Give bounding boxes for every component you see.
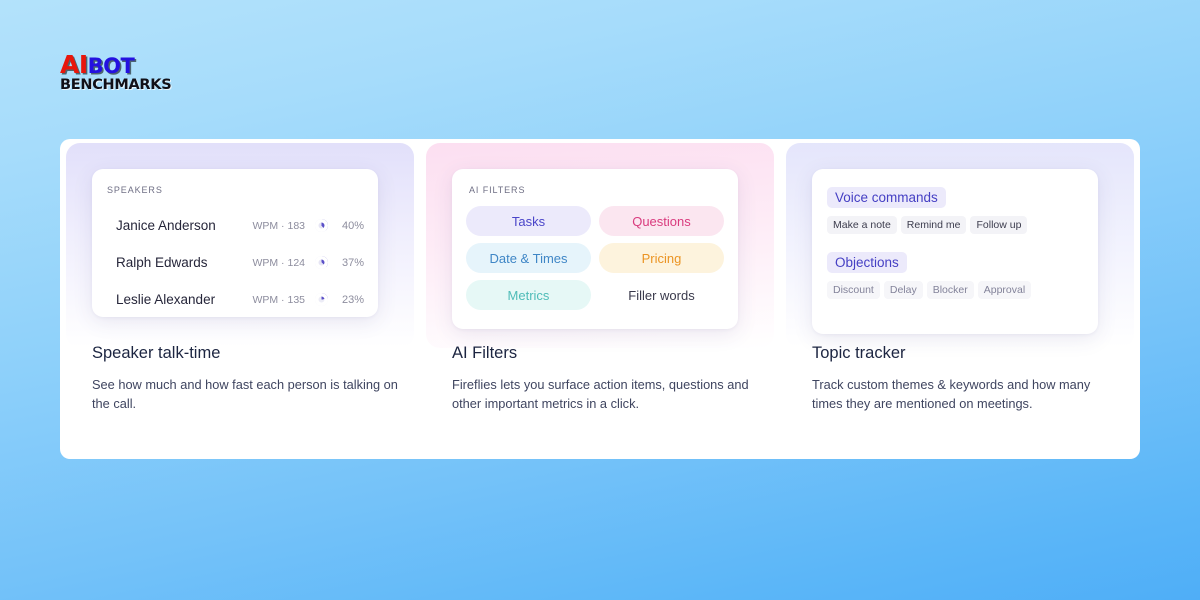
speakers-preview-card: SPEAKERS Janice Anderson WPM · 183 40% R… — [92, 169, 378, 317]
topic-tracker-caption: Topic tracker Track custom themes & keyw… — [812, 344, 1120, 413]
speaker-donut-icon — [315, 219, 328, 232]
filter-pill-label: Date & Times — [489, 250, 568, 266]
speakers-eyebrow: SPEAKERS — [107, 185, 163, 195]
feature-column-speaker-talk-time: SPEAKERS Janice Anderson WPM · 183 40% R… — [60, 139, 420, 459]
feature-column-topic-tracker: Voice commands Make a note Remind me Fol… — [780, 139, 1140, 459]
speaker-wpm: WPM · 124 — [252, 256, 305, 269]
ai-filters-grid: Tasks Questions Date & Times Pricing Met… — [466, 206, 724, 310]
caption-body: See how much and how fast each person is… — [92, 377, 398, 411]
topic-tracker-preview-card: Voice commands Make a note Remind me Fol… — [812, 169, 1098, 334]
speaker-donut-icon — [315, 256, 328, 269]
topic-title[interactable]: Objections — [827, 252, 907, 273]
ai-filters-preview-card: AI FILTERS Tasks Questions Date & Times … — [452, 169, 738, 329]
logo-text-ai: AI — [60, 50, 88, 79]
topic-tag[interactable]: Remind me — [900, 216, 967, 234]
speaker-name: Janice Anderson — [116, 218, 216, 233]
site-logo[interactable]: AIBOT BENCHMARKS — [60, 52, 180, 100]
logo-text-benchmarks: BENCHMARKS — [60, 77, 172, 93]
feature-column-ai-filters: AI FILTERS Tasks Questions Date & Times … — [420, 139, 780, 459]
topic-tag-row: Discount Delay Blocker Approval — [827, 281, 1086, 299]
speaker-donut-icon — [315, 293, 328, 306]
topic-group-voice-commands: Voice commands Make a note Remind me Fol… — [827, 187, 1086, 234]
speaker-wpm: WPM · 135 — [252, 293, 305, 306]
speakers-list: Janice Anderson WPM · 183 40% Ralph Edwa… — [107, 207, 364, 318]
speaker-row[interactable]: Leslie Alexander WPM · 135 23% — [107, 281, 364, 318]
topic-title[interactable]: Voice commands — [827, 187, 946, 208]
speaker-percent: 40% — [341, 219, 364, 232]
speaker-percent: 23% — [341, 293, 364, 306]
filter-pill-metrics[interactable]: Metrics — [466, 280, 591, 310]
logo-top-line: AIBOT — [60, 52, 180, 77]
logo-text-bot: BOT — [87, 54, 135, 78]
ai-filters-eyebrow: AI FILTERS — [469, 185, 526, 195]
topic-tag[interactable]: Discount — [827, 281, 880, 299]
topic-tag[interactable]: Blocker — [926, 281, 974, 299]
ai-filters-caption: AI Filters Fireflies lets you surface ac… — [452, 344, 760, 413]
topic-tag[interactable]: Make a note — [827, 216, 897, 234]
filter-pill-date-and-times[interactable]: Date & Times — [466, 243, 591, 273]
filter-pill-label: Questions — [632, 213, 691, 229]
topic-tag[interactable]: Follow up — [970, 216, 1028, 234]
speaker-row[interactable]: Janice Anderson WPM · 183 40% — [107, 207, 364, 244]
caption-title: Speaker talk-time — [92, 344, 221, 362]
filter-pill-filler-words[interactable]: Filler words — [599, 280, 724, 310]
topic-tag-row: Make a note Remind me Follow up — [827, 216, 1086, 234]
features-panel: SPEAKERS Janice Anderson WPM · 183 40% R… — [60, 139, 1140, 459]
topic-group-objections: Objections Discount Delay Blocker Approv… — [827, 252, 1086, 299]
speaker-talk-time-caption: Speaker talk-time See how much and how f… — [92, 344, 400, 413]
filter-pill-label: Filler words — [628, 287, 695, 303]
filter-pill-tasks[interactable]: Tasks — [466, 206, 591, 236]
caption-body: Fireflies lets you surface action items,… — [452, 377, 749, 411]
caption-title: AI Filters — [452, 344, 518, 362]
speaker-wpm: WPM · 183 — [252, 219, 305, 232]
speaker-name: Leslie Alexander — [116, 292, 216, 307]
filter-pill-label: Pricing — [641, 250, 682, 266]
topic-tag[interactable]: Approval — [977, 281, 1032, 299]
caption-body: Track custom themes & keywords and how m… — [812, 377, 1091, 411]
caption-title: Topic tracker — [812, 344, 906, 362]
speaker-name: Ralph Edwards — [116, 255, 208, 270]
speaker-row[interactable]: Ralph Edwards WPM · 124 37% — [107, 244, 364, 281]
filter-pill-pricing[interactable]: Pricing — [599, 243, 724, 273]
filter-pill-label: Tasks — [511, 213, 546, 229]
speaker-percent: 37% — [341, 256, 364, 269]
filter-pill-label: Metrics — [507, 287, 550, 303]
topic-tag[interactable]: Delay — [883, 281, 923, 299]
filter-pill-questions[interactable]: Questions — [599, 206, 724, 236]
